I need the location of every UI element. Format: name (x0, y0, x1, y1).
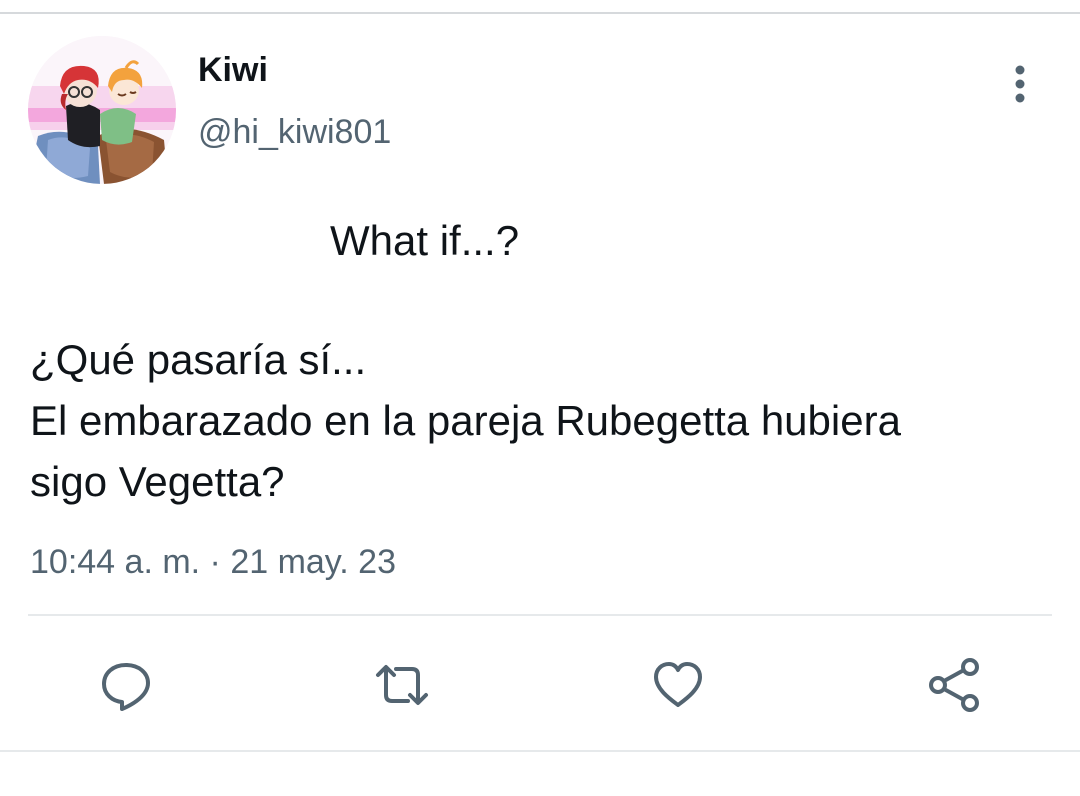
tweet-text: What if...? ¿Qué pasaría sí... El embara… (30, 210, 1070, 512)
tweet-text-line: What if...? (330, 217, 520, 264)
retweet-icon (376, 665, 428, 705)
author-display-name[interactable]: Kiwi (198, 50, 268, 90)
avatar[interactable] (28, 36, 176, 184)
more-options-button[interactable] (1000, 60, 1040, 108)
like-button[interactable] (648, 655, 708, 715)
more-vertical-icon (1015, 65, 1025, 103)
share-button[interactable] (924, 655, 984, 715)
reply-icon (102, 663, 150, 711)
tweet-timestamp[interactable]: 10:44 a. m. · 21 may. 23 (30, 542, 396, 582)
top-divider (0, 12, 1080, 14)
tweet-text-line: El embarazado en la pareja Rubegetta hub… (30, 397, 901, 444)
bottom-divider (0, 750, 1080, 752)
reply-button[interactable] (96, 655, 156, 715)
retweet-button[interactable] (372, 655, 432, 715)
heart-icon (654, 662, 702, 707)
share-icon (929, 658, 979, 712)
avatar-illustration (28, 36, 176, 184)
tweet-text-line: ¿Qué pasaría sí... (30, 336, 367, 383)
tweet-detail-page: Kiwi @hi_kiwi801 What if...? ¿Qué pasarí… (0, 0, 1080, 796)
actions-divider (28, 614, 1052, 616)
author-handle[interactable]: @hi_kiwi801 (198, 112, 391, 152)
tweet-text-line: sigo Vegetta? (30, 458, 285, 505)
